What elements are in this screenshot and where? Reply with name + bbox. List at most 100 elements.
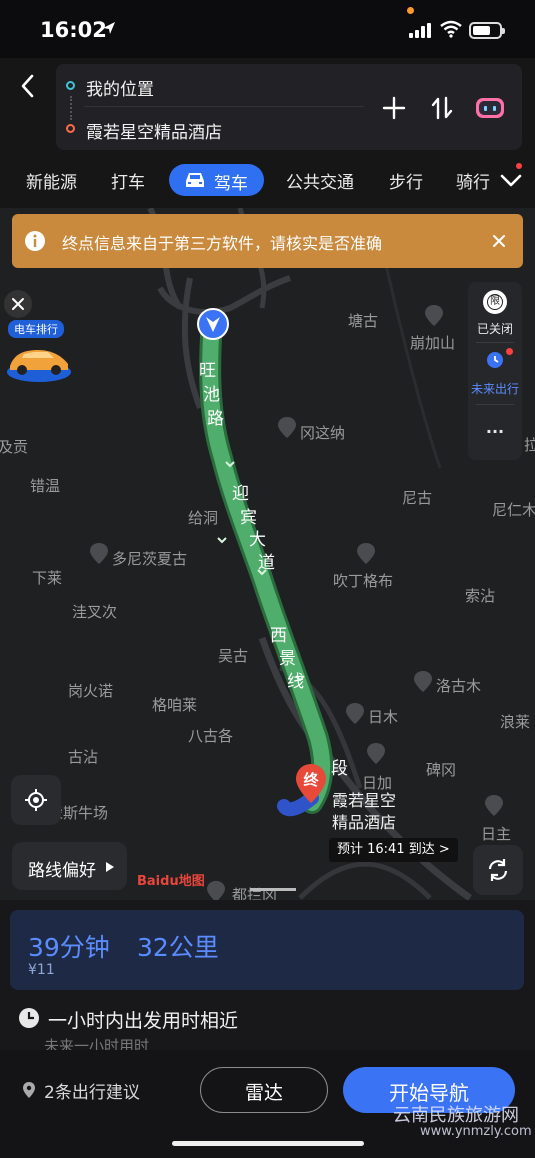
warning-text: 终点信息来自于第三方软件，请核实是否准确 — [62, 234, 383, 253]
place-label: 拉 — [524, 436, 535, 454]
transport-mode-tabs: 新能源 打车 公共交通 步行 骑行 — [0, 160, 535, 200]
tab-drive[interactable]: 驾车 — [169, 164, 264, 196]
map-control-panel: 限 已关闭 未来出行 ··· — [468, 282, 522, 460]
place-label: 八古各 — [188, 727, 234, 745]
watermark-url: www.ynmzly.com — [420, 1124, 532, 1139]
place-label: 给洞 — [188, 509, 219, 527]
place-label: 冈这纳 — [300, 424, 346, 442]
poi-pin-icon — [485, 795, 503, 816]
origin-field[interactable]: 我的位置 — [86, 75, 154, 100]
route-connector — [70, 96, 72, 120]
poi-pin-icon — [207, 881, 225, 900]
poi-pin-icon — [367, 743, 385, 764]
place-label: 尼仁木 — [492, 501, 535, 519]
refresh-icon — [488, 859, 508, 881]
location-pin-icon — [23, 1082, 35, 1098]
refresh-route-button[interactable] — [473, 845, 523, 895]
locate-me-button[interactable] — [11, 775, 61, 825]
place-label: 古沾 — [68, 748, 99, 766]
place-label: 塘古 — [348, 312, 379, 330]
place-label: 错温 — [30, 477, 61, 495]
road-label-char: 线 — [287, 672, 304, 692]
radar-button[interactable]: 雷达 — [200, 1067, 328, 1113]
place-label: 及贡 — [0, 438, 29, 456]
back-arrow-icon[interactable] — [16, 72, 40, 100]
more-options-icon[interactable]: ··· — [468, 422, 522, 441]
tab-ride[interactable]: 骑行 — [456, 168, 494, 193]
assistant-icon[interactable] — [474, 95, 506, 121]
ad-close-button[interactable] — [4, 290, 32, 318]
tab-taxi[interactable]: 打车 — [111, 168, 145, 193]
place-label: 日主 — [481, 825, 512, 843]
place-label: 洛古木 — [436, 677, 482, 695]
destination-name-label: 霞若星空 精品酒店 — [332, 790, 412, 834]
trip-suggestions-link[interactable]: 2条出行建议 — [44, 1078, 140, 1103]
place-label: 下莱 — [32, 569, 63, 587]
status-time: 16:02 — [40, 18, 107, 42]
tab-public-transit[interactable]: 公共交通 — [286, 168, 354, 193]
destination-field[interactable]: 霞若星空精品酒店 — [86, 118, 222, 143]
route-preference-label: 路线偏好 — [28, 861, 96, 881]
notification-dot — [506, 348, 513, 355]
route-distance: 32公里 — [137, 933, 219, 962]
road-label-char: 路 — [207, 409, 224, 429]
place-label: 吹丁格布 — [333, 572, 394, 590]
tab-drive-label: 驾车 — [214, 174, 248, 194]
route-duration: 39分钟 — [28, 933, 110, 962]
ev-ranking-label: 电车排行 — [8, 320, 64, 338]
place-label: 岗火诺 — [68, 682, 114, 700]
notification-dot — [516, 163, 522, 169]
place-label: 日木 — [368, 708, 399, 726]
destination-name-line: 霞若星空 — [332, 791, 397, 810]
divider — [476, 404, 514, 405]
road-label-char: 旺 — [199, 361, 216, 381]
add-waypoint-icon[interactable] — [382, 96, 406, 120]
tab-new-energy[interactable]: 新能源 — [26, 168, 77, 193]
origin-dot-icon — [66, 81, 75, 90]
map-view[interactable]: 旺 池 路 迎 宾 大 道 西 景 线 段 塘古 崩加山 冈这纳 及贡 拉 错温… — [0, 208, 535, 900]
place-label: 吴古 — [218, 647, 249, 665]
place-label: 崩加山 — [410, 334, 456, 352]
place-label: 碑冈 — [426, 761, 457, 779]
place-label: 尼古 — [402, 489, 433, 507]
place-label: 浪莱 — [500, 713, 531, 731]
current-location-icon — [197, 308, 229, 340]
map-scale-bar — [250, 888, 296, 891]
destination-dot-icon — [66, 124, 75, 133]
close-icon[interactable] — [492, 234, 506, 248]
swap-icon[interactable] — [430, 94, 454, 122]
poi-pin-icon — [90, 543, 108, 564]
location-arrow-icon — [103, 22, 115, 34]
signal-icon — [409, 16, 433, 40]
road-label-char: 迎 — [232, 484, 249, 504]
traffic-restriction-icon[interactable]: 限 — [483, 290, 507, 314]
battery-icon — [469, 22, 505, 39]
home-indicator[interactable] — [172, 1141, 364, 1146]
crosshair-icon — [25, 789, 47, 811]
sports-car-icon — [7, 350, 71, 382]
close-icon — [12, 298, 24, 310]
divider — [476, 342, 514, 343]
road-label-char: 景 — [279, 649, 296, 669]
future-trip-label[interactable]: 未来出行 — [468, 380, 522, 397]
ev-ranking-ad[interactable]: 电车排行 — [4, 316, 72, 388]
poi-pin-icon — [425, 305, 443, 326]
eta-tooltip[interactable]: 预计 16:41 到达 > — [329, 838, 458, 862]
route-toll-fee: ¥11 — [28, 962, 55, 978]
destination-marker-text: 终 — [303, 771, 319, 789]
car-icon — [186, 173, 204, 187]
route-preference-button[interactable]: 路线偏好 — [12, 842, 127, 890]
baidu-map-logo: Baidu地图 — [137, 874, 205, 889]
destination-name-line: 精品酒店 — [332, 813, 397, 832]
tab-walk[interactable]: 步行 — [389, 168, 423, 193]
departure-tip-text: 一小时内出发用时相近 — [48, 1010, 239, 1032]
route-summary-card[interactable]: 39分钟 32公里 ¥11 — [10, 910, 524, 990]
destination-marker[interactable]: 终 — [294, 763, 328, 805]
wifi-icon — [440, 20, 462, 38]
destination-warning-banner: 终点信息来自于第三方软件，请核实是否准确 — [12, 214, 523, 268]
clock-icon[interactable] — [485, 349, 505, 369]
chevron-down-icon[interactable] — [499, 168, 523, 192]
place-label: 多尼茨夏古 — [112, 550, 188, 568]
departure-tip[interactable]: 一小时内出发用时相近 — [18, 1004, 518, 1034]
divider — [84, 106, 364, 107]
